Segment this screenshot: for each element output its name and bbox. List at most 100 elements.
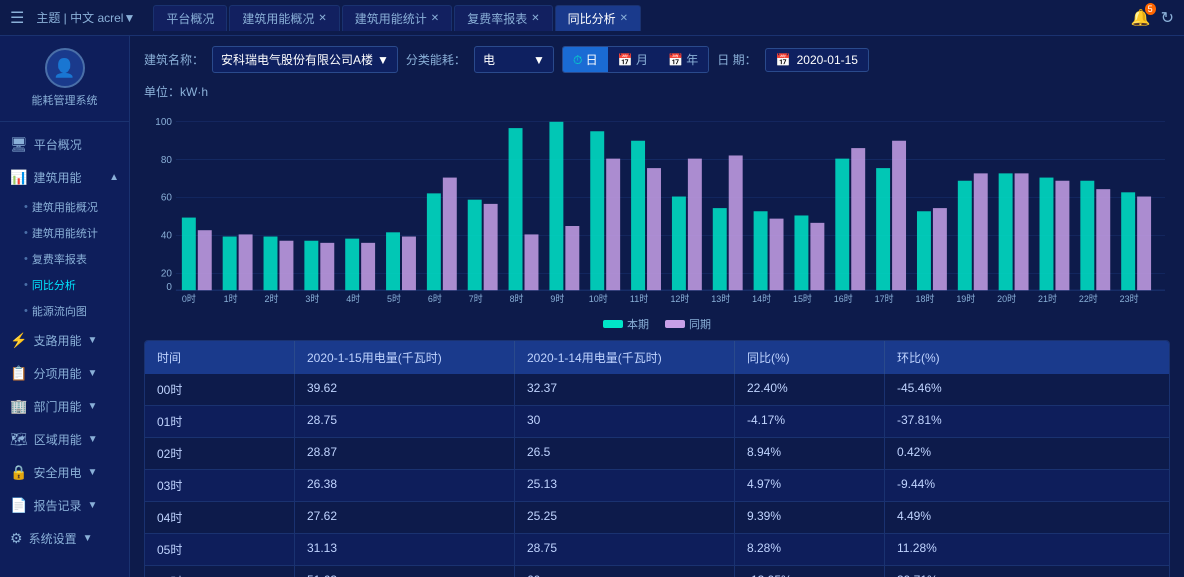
table-row: 05时31.1328.758.28%11.28% (145, 534, 1169, 566)
svg-text:80: 80 (161, 155, 172, 166)
sidebar-sub-flow[interactable]: 能源流向图 (0, 298, 129, 324)
sidebar-item-branch[interactable]: ⚡ 支路用能 ▼ (0, 324, 129, 357)
svg-text:60: 60 (161, 193, 172, 204)
svg-text:4时: 4时 (346, 293, 360, 304)
col-mom: 环比(%) (885, 341, 1035, 374)
table-cell: 31.13 (295, 534, 515, 565)
chevron-right-icon: ▼ (87, 335, 97, 346)
table-cell: 32.37 (515, 374, 735, 405)
tab-building-stats[interactable]: 建筑用能统计 ✕ (342, 5, 452, 31)
sidebar-sub-comparison[interactable]: 同比分析 (0, 272, 129, 298)
legend-current: 本期 (603, 316, 649, 332)
filter-bar: 建筑名称： 安科瑞电气股份有限公司A楼 ▼ 分类能耗： 电 ▼ ⏱ 日 📅 月 … (144, 46, 1170, 73)
table-cell: -4.17% (735, 406, 885, 437)
day-btn[interactable]: 📅 月 (608, 47, 658, 72)
table-cell: -45.46% (885, 374, 1035, 405)
table-cell: 60 (515, 566, 735, 577)
category-select[interactable]: 电 ▼ (474, 46, 554, 73)
svg-text:13时: 13时 (711, 293, 730, 304)
chevron-right-icon: ▼ (87, 467, 97, 478)
sidebar-sub-overview[interactable]: 建筑用能概况 (0, 194, 129, 220)
sidebar-item-dept[interactable]: 🏢 部门用能 ▼ (0, 390, 129, 423)
sidebar-sub-stats[interactable]: 建筑用能统计 (0, 220, 129, 246)
table-cell: 51.63 (295, 566, 515, 577)
svg-text:20: 20 (161, 268, 172, 279)
month-btn[interactable]: 📅 年 (658, 47, 708, 72)
svg-text:21时: 21时 (1038, 293, 1057, 304)
chart-legend: 本期 同期 (144, 316, 1170, 332)
sidebar-item-building-energy[interactable]: 📊 建筑用能 ▲ (0, 161, 129, 194)
table-cell: 06时 (145, 566, 295, 577)
sidebar-item-reports[interactable]: 📄 报告记录 ▼ (0, 489, 129, 522)
svg-text:40: 40 (161, 230, 172, 241)
refresh-icon[interactable]: ↻ (1161, 8, 1174, 28)
sidebar-label: 平台概况 (34, 136, 82, 153)
sidebar-item-region[interactable]: 🗺 区域用能 ▼ (0, 423, 129, 456)
svg-text:22时: 22时 (1079, 293, 1098, 304)
table-cell: 27.62 (295, 502, 515, 533)
chevron-right-icon: ▼ (87, 500, 97, 511)
chevron-right-icon: ▼ (87, 401, 97, 412)
topbar-right: 🔔5 ↻ (1131, 8, 1174, 28)
sidebar-item-safety[interactable]: 🔒 安全用电 ▼ (0, 456, 129, 489)
date-value-text: 2020-01-15 (797, 53, 858, 67)
svg-text:3时: 3时 (305, 293, 319, 304)
close-icon[interactable]: ✕ (620, 13, 628, 24)
svg-text:5时: 5时 (387, 293, 401, 304)
table-cell: 4.97% (735, 470, 885, 501)
hour-btn[interactable]: ⏱ 日 (563, 47, 608, 72)
notification-badge: 5 (1145, 3, 1156, 15)
date-picker[interactable]: 📅 2020-01-15 (765, 48, 869, 72)
table-cell: 8.94% (735, 438, 885, 469)
table-cell: 25.13 (515, 470, 735, 501)
building-select[interactable]: 安科瑞电气股份有限公司A楼 ▼ (212, 46, 398, 73)
dropdown-arrow-icon: ▼ (533, 53, 545, 67)
sidebar-sub-rate[interactable]: 复费率报表 (0, 246, 129, 272)
sidebar-label: 系统设置 (29, 530, 77, 547)
col-previous: 2020-1-14用电量(千瓦时) (515, 341, 735, 374)
layout: 👤 能耗管理系统 🖥 平台概况 📊 建筑用能 ▲ 建筑用能概况 建筑用能统计 复… (0, 36, 1184, 577)
theme-label[interactable]: 主题 | 中文 acrel▼ (36, 9, 135, 26)
tab-rate-report[interactable]: 复费率报表 ✕ (454, 5, 552, 31)
table-cell: 28.75 (295, 406, 515, 437)
table-row: 01时28.7530-4.17%-37.81% (145, 406, 1169, 438)
table-header: 时间 2020-1-15用电量(千瓦时) 2020-1-14用电量(千瓦时) 同… (145, 341, 1169, 374)
table-cell: 11.28% (885, 534, 1035, 565)
tab-comparison[interactable]: 同比分析 ✕ (555, 5, 641, 31)
table-cell: 05时 (145, 534, 295, 565)
svg-text:17时: 17时 (875, 293, 894, 304)
table-row: 04时27.6225.259.39%4.49% (145, 502, 1169, 534)
sidebar-item-subitem[interactable]: 📋 分项用能 ▼ (0, 357, 129, 390)
sidebar-items: 🖥 平台概况 📊 建筑用能 ▲ 建筑用能概况 建筑用能统计 复费率报表 同比分析… (0, 122, 129, 577)
close-icon[interactable]: ✕ (318, 13, 326, 24)
menu-icon[interactable]: ☰ (10, 8, 24, 28)
close-icon[interactable]: ✕ (531, 13, 539, 24)
document-icon: 📄 (10, 497, 27, 514)
bar-chart: 100 80 60 40 20 0 (144, 106, 1170, 306)
sidebar-label: 分项用能 (33, 365, 81, 382)
table-cell: 28.87 (295, 438, 515, 469)
list-icon: 📋 (10, 365, 27, 382)
table-cell: -9.44% (885, 470, 1035, 501)
tab-building-overview[interactable]: 建筑用能概况 ✕ (229, 5, 339, 31)
table-cell: 28.75 (515, 534, 735, 565)
sidebar-label: 部门用能 (33, 398, 81, 415)
main-content: 建筑名称： 安科瑞电气股份有限公司A楼 ▼ 分类能耗： 电 ▼ ⏱ 日 📅 月 … (130, 36, 1184, 577)
sidebar-item-platform[interactable]: 🖥 平台概况 (0, 128, 129, 161)
sidebar-item-settings[interactable]: ⚙ 系统设置 ▼ (0, 522, 129, 555)
table-cell: 39.62 (295, 374, 515, 405)
building-icon: 🏢 (10, 398, 27, 415)
svg-text:20时: 20时 (997, 293, 1016, 304)
svg-text:12时: 12时 (670, 293, 689, 304)
table-cell: 8.28% (735, 534, 885, 565)
chevron-right-icon: ▼ (83, 533, 93, 544)
close-icon[interactable]: ✕ (431, 13, 439, 24)
svg-text:23时: 23时 (1120, 293, 1139, 304)
notification-bell[interactable]: 🔔5 (1131, 8, 1151, 28)
table-cell: 4.49% (885, 502, 1035, 533)
table-cell: 0.42% (885, 438, 1035, 469)
tab-platform[interactable]: 平台概况 (153, 5, 227, 31)
topbar-tabs: 平台概况 建筑用能概况 ✕ 建筑用能统计 ✕ 复费率报表 ✕ 同比分析 ✕ (153, 5, 1122, 31)
svg-text:0时: 0时 (182, 293, 196, 304)
table-cell: -37.81% (885, 406, 1035, 437)
